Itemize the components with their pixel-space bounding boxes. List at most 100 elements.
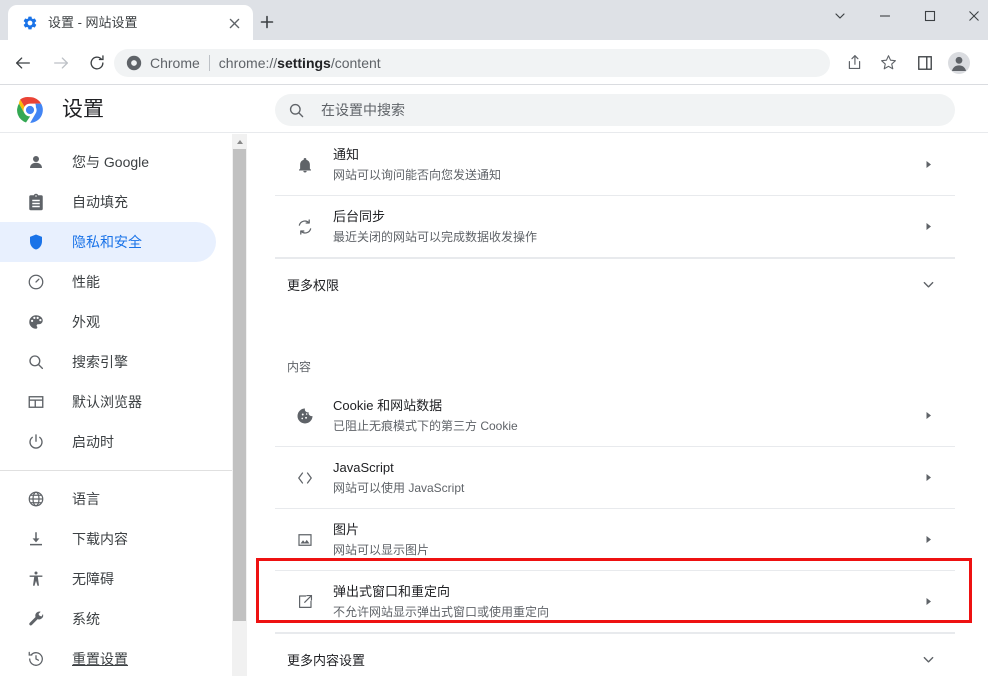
power-icon — [26, 432, 46, 452]
close-button[interactable] — [952, 0, 988, 32]
setting-row-title: Cookie 和网站数据 — [333, 396, 518, 415]
url-suffix: /content — [331, 55, 381, 71]
sidebar-top-spacer — [0, 134, 232, 142]
palette-icon — [26, 312, 46, 332]
sidebar-item-performance[interactable]: 性能 — [0, 262, 216, 302]
download-icon — [26, 529, 46, 549]
sidebar-item-label: 系统 — [72, 609, 100, 629]
setting-row-background-sync[interactable]: 后台同步 最近关闭的网站可以完成数据收发操作 — [275, 196, 955, 258]
close-icon[interactable] — [225, 14, 243, 32]
sidebar-item-label: 隐私和安全 — [72, 232, 142, 252]
sidebar-item-search-engine[interactable]: 搜索引擎 — [0, 342, 216, 382]
sidebar-item-label: 默认浏览器 — [72, 392, 142, 412]
sidebar-item-on-startup[interactable]: 启动时 — [0, 422, 216, 462]
minimize-button[interactable] — [862, 0, 907, 32]
sidebar-item-autofill[interactable]: 自动填充 — [0, 182, 216, 222]
chrome-shield-icon — [126, 55, 142, 71]
more-permissions-expander[interactable]: 更多权限 — [275, 258, 955, 310]
browser-tab-title: 设置 - 网站设置 — [48, 5, 138, 40]
setting-row-images[interactable]: 图片 网站可以显示图片 — [275, 509, 955, 571]
setting-row-title: 弹出式窗口和重定向 — [333, 582, 549, 601]
setting-row-popups-and-redirects[interactable]: 弹出式窗口和重定向 不允许网站显示弹出式窗口或使用重定向 — [275, 571, 955, 633]
window-controls — [817, 0, 988, 40]
settings-content: 通知 网站可以询问能否向您发送通知 后台同步 最近关闭的网站可以完成数据收发操作 — [247, 134, 988, 676]
setting-row-text: 图片 网站可以显示图片 — [333, 520, 429, 559]
sidebar-item-default-browser[interactable]: 默认浏览器 — [0, 382, 216, 422]
tab-search-button[interactable] — [817, 0, 862, 32]
setting-row-subtitle: 不允许网站显示弹出式窗口或使用重定向 — [333, 603, 549, 621]
scrollbar-thumb[interactable] — [233, 149, 246, 621]
sidebar-item-label: 自动填充 — [72, 192, 128, 212]
sidebar-item-label: 语言 — [72, 489, 100, 509]
sidebar-item-system[interactable]: 系统 — [0, 599, 216, 639]
more-content-settings-expander[interactable]: 更多内容设置 — [275, 633, 955, 676]
sidebar-item-privacy-and-security[interactable]: 隐私和安全 — [0, 222, 216, 262]
chevron-right-icon[interactable] — [923, 597, 933, 607]
more-content-settings-label: 更多内容设置 — [287, 650, 365, 669]
sidebar-item-appearance[interactable]: 外观 — [0, 302, 216, 342]
search-icon — [288, 102, 305, 119]
search-placeholder: 在设置中搜索 — [321, 100, 405, 120]
cookie-icon — [295, 406, 315, 426]
sidebar-item-label: 启动时 — [72, 432, 114, 452]
settings-sidebar: 您与 Google 自动填充 隐私和安全 性能 外观 搜索引擎 — [0, 134, 232, 676]
content-section-label: 内容 — [287, 329, 955, 385]
browser-tab-active[interactable]: 设置 - 网站设置 — [8, 5, 253, 40]
forward-button[interactable] — [46, 48, 75, 77]
setting-row-subtitle: 已阻止无痕模式下的第三方 Cookie — [333, 417, 518, 435]
code-brackets-icon — [295, 468, 315, 488]
setting-row-text: Cookie 和网站数据 已阻止无痕模式下的第三方 Cookie — [333, 396, 518, 435]
sidebar-item-you-and-google[interactable]: 您与 Google — [0, 142, 216, 182]
sidebar-item-reset-settings[interactable]: 重置设置 — [0, 639, 216, 676]
setting-row-notifications[interactable]: 通知 网站可以询问能否向您发送通知 — [275, 134, 955, 196]
chevron-right-icon[interactable] — [923, 222, 933, 232]
setting-row-text: 后台同步 最近关闭的网站可以完成数据收发操作 — [333, 207, 537, 246]
sidebar-divider — [0, 470, 232, 471]
back-button[interactable] — [8, 48, 37, 77]
chevron-right-icon[interactable] — [923, 160, 933, 170]
sidebar-item-downloads[interactable]: 下载内容 — [0, 519, 216, 559]
side-panel-icon[interactable] — [910, 48, 939, 77]
setting-row-subtitle: 网站可以显示图片 — [333, 541, 429, 559]
sidebar-item-accessibility[interactable]: 无障碍 — [0, 559, 216, 599]
setting-row-title: 图片 — [333, 520, 429, 539]
chevron-down-icon[interactable] — [922, 278, 935, 291]
accessibility-icon — [26, 569, 46, 589]
setting-row-title: JavaScript — [333, 458, 464, 477]
chevron-down-icon[interactable] — [922, 653, 935, 666]
chevron-right-icon[interactable] — [923, 535, 933, 545]
page-title: 设置 — [62, 95, 104, 125]
chevron-right-icon[interactable] — [923, 473, 933, 483]
shield-icon — [26, 232, 46, 252]
permissions-card: 通知 网站可以询问能否向您发送通知 后台同步 最近关闭的网站可以完成数据收发操作 — [275, 134, 955, 310]
setting-row-title: 通知 — [333, 145, 501, 164]
setting-row-javascript[interactable]: JavaScript 网站可以使用 JavaScript — [275, 447, 955, 509]
autofill-icon — [26, 192, 46, 212]
browser-toolbar: Chrome chrome://settings/content — [0, 40, 988, 85]
omnibox-separator — [209, 55, 210, 71]
bookmark-star-icon[interactable] — [874, 48, 903, 77]
sidebar-item-label: 重置设置 — [72, 649, 128, 669]
gauge-icon — [26, 272, 46, 292]
setting-row-cookies[interactable]: Cookie 和网站数据 已阻止无痕模式下的第三方 Cookie — [275, 385, 955, 447]
scroll-up-arrow-icon[interactable] — [232, 134, 247, 149]
image-icon — [295, 530, 315, 550]
person-icon — [26, 152, 46, 172]
chevron-right-icon[interactable] — [923, 411, 933, 421]
sidebar-item-label: 您与 Google — [72, 152, 149, 172]
setting-row-text: 弹出式窗口和重定向 不允许网站显示弹出式窗口或使用重定向 — [333, 582, 549, 621]
browser-icon — [26, 392, 46, 412]
maximize-button[interactable] — [907, 0, 952, 32]
share-icon[interactable] — [840, 48, 869, 77]
omnibox-scheme-chip: Chrome — [150, 55, 200, 71]
browser-title-bar: 设置 - 网站设置 — [0, 0, 988, 40]
address-bar[interactable]: Chrome chrome://settings/content — [114, 49, 830, 77]
sidebar-item-languages[interactable]: 语言 — [0, 479, 216, 519]
reload-button[interactable] — [82, 48, 111, 77]
content-scrollbar[interactable] — [232, 134, 247, 676]
new-tab-button[interactable] — [253, 8, 281, 36]
omnibox-url: chrome://settings/content — [219, 55, 381, 71]
search-input[interactable]: 在设置中搜索 — [275, 94, 955, 126]
profile-avatar-icon[interactable] — [944, 48, 973, 77]
sidebar-item-label: 无障碍 — [72, 569, 114, 589]
